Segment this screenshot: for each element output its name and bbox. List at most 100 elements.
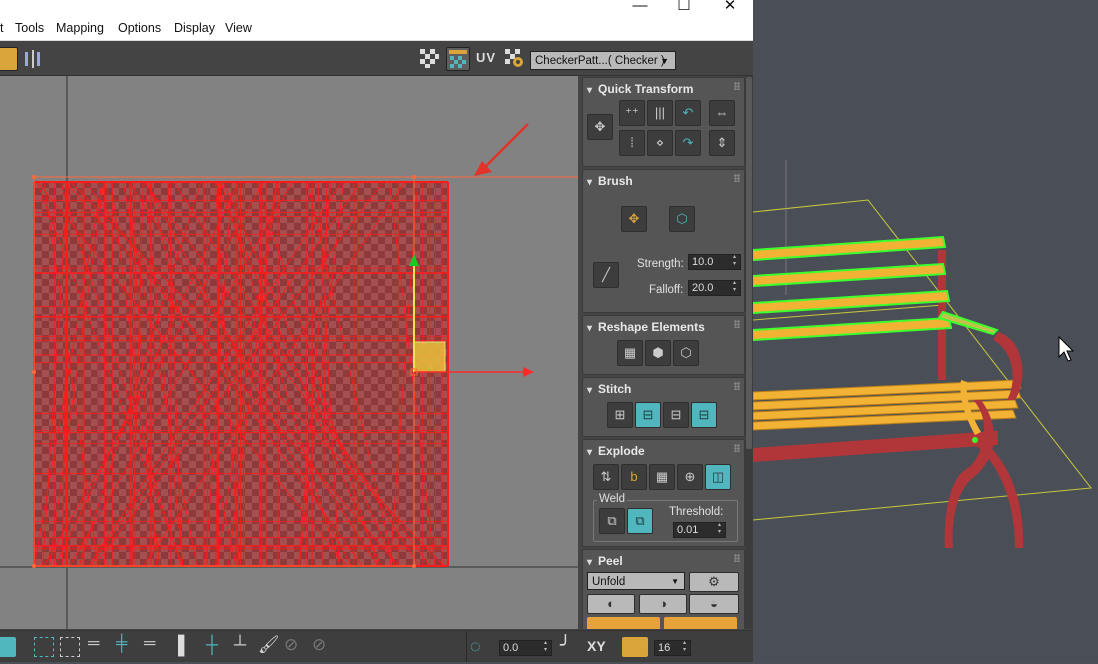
separator-bar-icon: ▌ — [178, 635, 191, 655]
mirror-icon[interactable] — [22, 50, 46, 68]
grow-loop-icon[interactable]: ╪ — [116, 635, 127, 653]
rectangle-cube-icon[interactable]: ⬡ — [673, 340, 699, 366]
texture-dropdown-value: CheckerPatt...( Checker ) — [535, 55, 665, 67]
stitch-title[interactable]: Stitch — [587, 382, 631, 396]
brush-grow-icon[interactable]: ⊘ — [284, 635, 298, 655]
explode-checker-icon[interactable]: ⊕ — [677, 464, 703, 490]
stitch-custom-icon[interactable]: ⊞ — [607, 402, 633, 428]
align-horizontal-icon[interactable]: ⁺⁺ — [619, 100, 645, 126]
panel-grip-icon[interactable] — [734, 382, 740, 390]
break-icon[interactable]: ⇅ — [593, 464, 619, 490]
menu-item-edit[interactable]: t — [0, 21, 3, 35]
uv-viewport[interactable] — [0, 76, 578, 629]
menu-item-view[interactable]: View — [225, 21, 252, 35]
texture-settings-icon[interactable] — [503, 47, 525, 69]
threshold-value: 0.01 — [677, 524, 699, 536]
perspective-viewport[interactable] — [752, 0, 1098, 661]
reshape-elements-panel: Reshape Elements ▦ ⬢ ⬡ — [582, 315, 745, 375]
scrollbar-thumb[interactable] — [746, 77, 752, 449]
stitch-target-icon[interactable]: ⊟ — [691, 402, 717, 428]
weld-target-icon[interactable]: ⧉ — [627, 508, 653, 534]
panel-grip-icon[interactable] — [734, 174, 740, 182]
menu-item-mapping[interactable]: Mapping — [56, 21, 104, 35]
peel-orange-button-2[interactable] — [664, 617, 737, 629]
grid-snap-icon[interactable] — [622, 637, 648, 657]
shrink-icon[interactable]: ═ — [144, 635, 155, 653]
unfold-settings-icon[interactable]: ⚙ — [689, 572, 739, 592]
bench-scene — [752, 160, 1092, 548]
annotation-arrow — [474, 123, 529, 176]
xy-label[interactable]: XY — [587, 638, 606, 654]
close-button[interactable]: ✕ — [710, 0, 750, 16]
peel-quick-icon[interactable]: ◐ — [587, 594, 635, 614]
uv-canvas[interactable] — [0, 76, 578, 629]
peel-reset-icon[interactable]: ◒ — [689, 594, 739, 614]
peel-lscm-icon[interactable]: ◑ — [639, 594, 687, 614]
threshold-spinner[interactable]: 0.01 — [673, 522, 726, 538]
menu-item-display[interactable]: Display — [174, 21, 215, 35]
brush-move-icon[interactable]: ✥ — [621, 206, 647, 232]
brush-falloff-icon[interactable]: ╱ — [593, 262, 619, 288]
explode-grid-icon[interactable]: ▦ — [649, 464, 675, 490]
split-icon[interactable]: b — [621, 464, 647, 490]
falloff-value: 20.0 — [692, 282, 714, 294]
grow-ring-icon[interactable]: ═ — [88, 635, 99, 653]
angle-spinner[interactable]: 0.0 — [499, 640, 552, 656]
rotation-icon[interactable]: ◌ — [470, 636, 481, 657]
snap-spinner[interactable]: 16 — [654, 640, 691, 656]
reshape-elements-title[interactable]: Reshape Elements — [587, 320, 705, 334]
pivot-icon[interactable]: ✥ — [587, 114, 613, 140]
brush-panel: Brush ✥ ⬡ ╱ Strength: 10.0 Falloff: 20.0 — [582, 169, 745, 313]
straighten-icon[interactable]: ▦ — [617, 340, 643, 366]
panel-grip-icon[interactable] — [734, 444, 740, 452]
weld-selected-icon[interactable]: ⧉ — [599, 508, 625, 534]
explode-title[interactable]: Explode — [587, 444, 645, 458]
peel-orange-button[interactable] — [587, 617, 660, 629]
align-vertical-icon[interactable]: ⁞ — [619, 130, 645, 156]
menu-item-tools[interactable]: Tools — [15, 21, 44, 35]
cube-icon[interactable] — [0, 47, 18, 71]
brush-relax-icon[interactable]: ⬡ — [669, 206, 695, 232]
quick-transform-title[interactable]: Quick Transform — [587, 82, 693, 96]
chevron-down-icon: ▼ — [660, 56, 669, 66]
menu-item-options[interactable]: Options — [118, 21, 161, 35]
rotate-cw-icon[interactable]: ↷ — [675, 130, 701, 156]
select-add-icon[interactable] — [34, 637, 54, 657]
panel-grip-icon[interactable] — [734, 320, 740, 328]
flip-horizontal-icon[interactable]: ⇔ — [709, 100, 735, 126]
checker-display-icon[interactable] — [418, 47, 440, 69]
space-grid-icon[interactable]: ⋄ — [647, 130, 673, 156]
checker-texture-icon[interactable] — [446, 47, 470, 71]
rollout-scrollbar[interactable] — [745, 76, 753, 629]
space-vertical-icon[interactable]: ||| — [647, 100, 673, 126]
panel-grip-icon[interactable] — [734, 554, 740, 562]
peel-panel: Peel Unfold ▼ ⚙ ◐ ◑ ◒ — [582, 549, 745, 629]
editor-statusbar: ═ ╪ ═ ▌ ┼ ┴ 🖌 ⊘ ⊘ ◌ 0.0 ╯ XY 16 — [0, 630, 753, 662]
uv-label: UV — [476, 50, 497, 65]
texture-dropdown[interactable]: CheckerPatt...( Checker ) ▼ — [530, 51, 676, 70]
element-mode-icon[interactable] — [0, 637, 16, 657]
brush-shrink-icon[interactable]: ⊘ — [312, 635, 326, 655]
unfold-dropdown[interactable]: Unfold ▼ — [587, 572, 685, 590]
curve-icon[interactable]: ╯ — [560, 635, 571, 656]
explode-element-icon[interactable]: ◫ — [705, 464, 731, 490]
paint-select-icon[interactable]: 🖌 — [258, 635, 280, 655]
maximize-button[interactable]: ☐ — [664, 0, 704, 16]
stitch-average-icon[interactable]: ⊟ — [663, 402, 689, 428]
strength-spinner[interactable]: 10.0 — [688, 254, 741, 270]
uv-editor-window: — ☐ ✕ t Tools Mapping Options Display Vi… — [0, 0, 753, 662]
peel-title[interactable]: Peel — [587, 554, 623, 568]
flip-vertical-icon[interactable]: ⇕ — [709, 130, 735, 156]
threshold-label: Threshold: — [669, 506, 724, 518]
stitch-source-icon[interactable]: ⊟ — [635, 402, 661, 428]
falloff-label: Falloff: — [649, 284, 684, 296]
falloff-spinner[interactable]: 20.0 — [688, 280, 741, 296]
select-by-angle-icon[interactable]: ┴ — [234, 635, 246, 655]
select-by-element-icon[interactable]: ┼ — [206, 635, 218, 655]
brush-title[interactable]: Brush — [587, 174, 633, 188]
relax-cube-icon[interactable]: ⬢ — [645, 340, 671, 366]
rotate-ccw-icon[interactable]: ↶ — [675, 100, 701, 126]
select-subtract-icon[interactable] — [60, 637, 80, 657]
minimize-button[interactable]: — — [620, 0, 660, 16]
panel-grip-icon[interactable] — [734, 82, 740, 90]
